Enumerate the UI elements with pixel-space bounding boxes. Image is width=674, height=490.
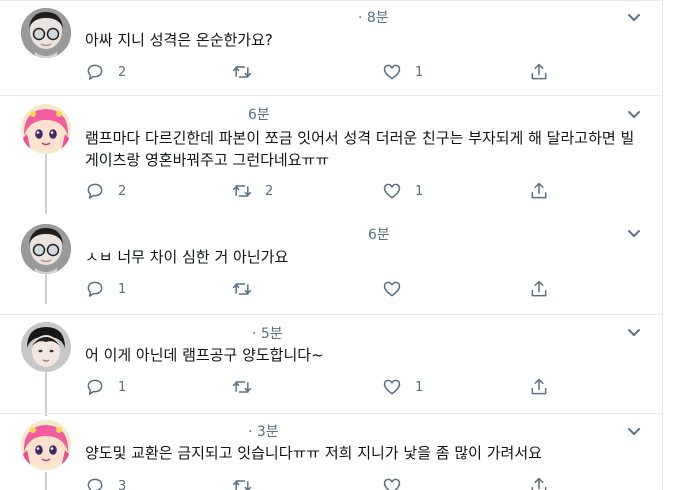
heart-icon (383, 64, 401, 80)
like-button[interactable] (382, 279, 415, 299)
like-button[interactable]: 1 (382, 377, 423, 397)
like-button[interactable] (382, 476, 415, 490)
share-icon (531, 378, 547, 395)
chevron-down-icon[interactable] (622, 321, 646, 345)
share-icon (531, 477, 547, 490)
heart-icon (383, 379, 401, 395)
tweet-timestamp[interactable]: 6분 (368, 224, 390, 244)
chevron-down-icon[interactable] (622, 103, 646, 127)
reply-button[interactable]: 2 (85, 62, 126, 82)
tweet-text: 램프마다 다르긴한데 파본이 쪼금 잇어서 성격 더러운 친구는 부자되게 해 … (85, 129, 635, 169)
retweet-icon (232, 66, 252, 78)
tweet-timestamp[interactable]: · 8분 (358, 7, 389, 27)
reply-button[interactable]: 3 (85, 476, 126, 490)
tweet-timestamp[interactable]: 6분 (248, 104, 270, 124)
retweet-icon (232, 283, 252, 295)
share-button[interactable] (529, 279, 549, 299)
tweet-divider (0, 314, 662, 315)
reply-button[interactable]: 1 (85, 377, 126, 397)
avatar[interactable] (21, 104, 71, 154)
thread-line (45, 472, 47, 490)
reply-button[interactable]: 2 (85, 181, 126, 201)
tweet-text: ㅅㅂ 너무 차이 심한 거 아닌가요 (85, 248, 289, 266)
column-border (662, 0, 663, 490)
like-count: 1 (415, 64, 424, 80)
tweet-text: 양도및 교환은 금지되고 잇습니다ㅠㅠ 저희 지니가 낯을 좀 많이 가려서요 (85, 444, 542, 462)
tweet-divider (0, 0, 662, 1)
retweet-button[interactable]: 2 (232, 181, 273, 201)
avatar[interactable] (21, 420, 71, 470)
share-button[interactable] (529, 62, 549, 82)
heart-icon (383, 478, 401, 490)
retweet-button[interactable] (232, 476, 265, 490)
tweet-timestamp[interactable]: · 3분 (248, 421, 279, 441)
reply-icon (87, 379, 103, 395)
heart-icon (383, 281, 401, 297)
thread-line (45, 274, 47, 304)
retweet-button[interactable] (232, 62, 265, 82)
share-icon (531, 280, 547, 297)
chevron-down-icon[interactable] (622, 6, 646, 30)
tweet-text: 아싸 지니 성격은 온순한가요? (85, 31, 273, 49)
like-count: 1 (415, 379, 424, 395)
reply-count: 1 (118, 379, 127, 395)
retweet-count: 2 (265, 183, 274, 199)
reply-button[interactable]: 1 (85, 279, 126, 299)
like-button[interactable]: 1 (382, 181, 423, 201)
reply-count: 2 (118, 64, 127, 80)
reply-icon (87, 281, 103, 297)
retweet-button[interactable] (232, 377, 265, 397)
reply-count: 3 (118, 478, 127, 490)
reply-icon (87, 183, 103, 199)
retweet-icon (232, 381, 252, 393)
tweet-divider (0, 95, 662, 96)
tweet-text: 어 이게 아닌데 램프공구 양도합니다~ (85, 346, 324, 364)
retweet-icon (232, 185, 252, 197)
reply-icon (87, 478, 103, 490)
tweet-divider (0, 413, 662, 414)
thread-line (45, 372, 47, 416)
reply-icon (87, 64, 103, 80)
share-icon (531, 182, 547, 199)
heart-icon (383, 183, 401, 199)
chevron-down-icon[interactable] (622, 420, 646, 444)
share-icon (531, 63, 547, 80)
reply-count: 2 (118, 183, 127, 199)
like-button[interactable]: 1 (382, 62, 423, 82)
tweet-timestamp[interactable]: · 5분 (252, 323, 283, 343)
avatar[interactable] (21, 224, 71, 274)
retweet-icon (232, 480, 252, 490)
retweet-button[interactable] (232, 279, 265, 299)
avatar[interactable] (21, 8, 71, 58)
share-button[interactable] (529, 181, 549, 201)
share-button[interactable] (529, 476, 549, 490)
reply-thread: · 8분 아싸 지니 성격은 온순한가요? 2 1 6분 램프마다 다르긴한데 … (0, 0, 674, 490)
like-count: 1 (415, 183, 424, 199)
chevron-down-icon[interactable] (622, 222, 646, 246)
share-button[interactable] (529, 377, 549, 397)
reply-count: 1 (118, 281, 127, 297)
avatar[interactable] (21, 322, 71, 372)
